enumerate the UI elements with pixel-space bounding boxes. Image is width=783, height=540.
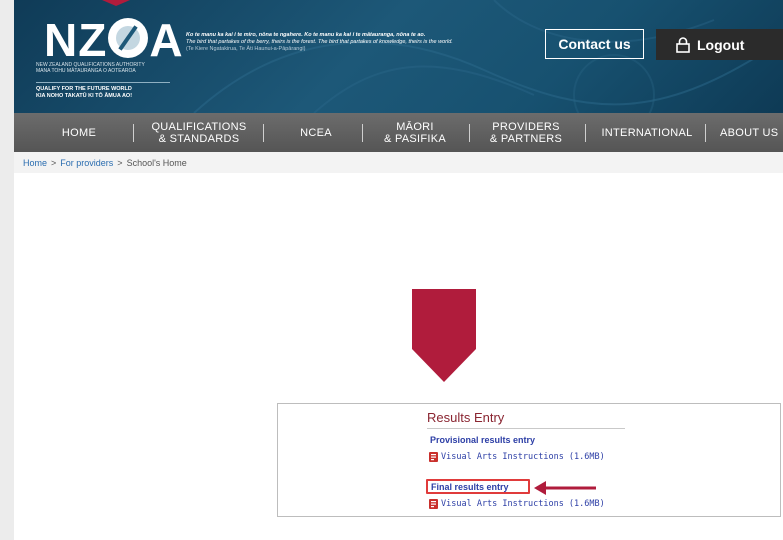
contact-us-button[interactable]: Contact us: [545, 29, 644, 59]
tagline-line-en: QUALIFY FOR THE FUTURE WORLD: [36, 86, 132, 92]
breadcrumb-separator: >: [51, 157, 57, 168]
breadcrumb: Home > For providers > School's Home: [14, 152, 783, 173]
nav-item-label-line2: & PASIFIKA: [383, 132, 447, 145]
nav-item-label: INTERNATIONAL: [601, 126, 693, 139]
logout-button[interactable]: Logout: [656, 29, 783, 60]
nav-item-providers-partners[interactable]: PROVIDERS & PARTNERS: [476, 113, 576, 152]
proverb-attribution: (Te Kiere Ngatakirua, Te Āti Haunui-a-Pā…: [186, 46, 306, 52]
main-nav: HOME QUALIFICATIONS & STANDARDS NCEA MĀO…: [14, 113, 783, 152]
results-entry-panel: Results Entry Provisional results entry …: [277, 403, 781, 517]
lock-icon: [676, 36, 690, 53]
active-marker-icon: [102, 0, 130, 6]
nav-item-about-us[interactable]: ABOUT US: [712, 113, 783, 152]
logo-letter-a: A: [149, 14, 184, 66]
nav-item-label-line2: & STANDARDS: [158, 132, 240, 145]
authority-line-mi: MANA TOHU MĀTAURANGA O AOTEAROA: [36, 68, 136, 74]
nav-item-label-line1: QUALIFICATIONS: [151, 120, 247, 133]
header-proverb: Ko te manu ka kai i te miro, nōna te nga…: [186, 32, 546, 53]
nav-divider: [362, 124, 363, 142]
page-gutter: [0, 0, 14, 540]
nav-divider: [469, 124, 470, 142]
nav-item-label-line1: PROVIDERS: [492, 120, 560, 133]
breadcrumb-providers-link[interactable]: For providers: [60, 158, 113, 168]
tagline-line-mi: KIA NOHO TAKATŪ KI TŌ ĀMUA AO!: [36, 93, 133, 99]
down-arrow-icon: [412, 289, 476, 382]
logout-label: Logout: [697, 36, 745, 53]
final-instructions-link[interactable]: Visual Arts Instructions (1.6MB): [429, 499, 605, 509]
breadcrumb-separator: >: [117, 157, 123, 168]
final-results-link[interactable]: Final results entry: [431, 482, 509, 492]
nav-item-label-line2: & PARTNERS: [489, 132, 563, 145]
breadcrumb-home-link[interactable]: Home: [23, 158, 47, 168]
title-divider: [427, 428, 625, 429]
pdf-icon: [429, 499, 438, 509]
nav-item-label: ABOUT US: [720, 126, 779, 139]
logo-emblem-icon: [108, 18, 149, 58]
nav-item-label-line1: MĀORI: [396, 120, 434, 133]
nav-item-label: NCEA: [300, 126, 332, 139]
authority-name: NEW ZEALAND QUALIFICATIONS AUTHORITY MAN…: [36, 62, 186, 74]
nav-item-ncea[interactable]: NCEA: [276, 113, 356, 152]
breadcrumb-current: School's Home: [126, 157, 187, 168]
provisional-instructions-link[interactable]: Visual Arts Instructions (1.6MB): [429, 452, 605, 462]
nav-divider: [263, 124, 264, 142]
logo-tagline: QUALIFY FOR THE FUTURE WORLD KIA NOHO TA…: [36, 86, 132, 100]
left-arrow-icon: [534, 481, 596, 495]
proverb-maori: Ko te manu ka kai i te miro, nōna te nga…: [186, 32, 426, 38]
nav-item-international[interactable]: INTERNATIONAL: [592, 113, 702, 152]
nav-item-qualifications[interactable]: QUALIFICATIONS & STANDARDS: [144, 113, 254, 152]
nav-item-maori-pasifika[interactable]: MĀORI & PASIFIKA: [370, 113, 460, 152]
logo-divider: [36, 82, 170, 83]
proverb-english: The bird that partakes of the berry, the…: [186, 39, 453, 45]
provisional-results-link[interactable]: Provisional results entry: [430, 435, 535, 445]
nav-divider: [133, 124, 134, 142]
logo-letters-nz: NZ: [44, 14, 108, 66]
site-header: NZ A NEW ZEALAND QUALIFICATIONS AUTHORITY…: [14, 0, 783, 113]
nav-item-label: HOME: [61, 126, 97, 139]
nav-divider: [585, 124, 586, 142]
nzqa-logo[interactable]: NZ A: [44, 16, 184, 63]
results-entry-title: Results Entry: [427, 410, 505, 425]
nav-item-home[interactable]: HOME: [34, 113, 124, 152]
page: NZ A NEW ZEALAND QUALIFICATIONS AUTHORITY…: [14, 0, 783, 540]
pdf-icon: [429, 452, 438, 462]
nav-divider: [705, 124, 706, 142]
instructions-label: Visual Arts Instructions (1.6MB): [441, 499, 605, 509]
instructions-label: Visual Arts Instructions (1.6MB): [441, 452, 605, 462]
